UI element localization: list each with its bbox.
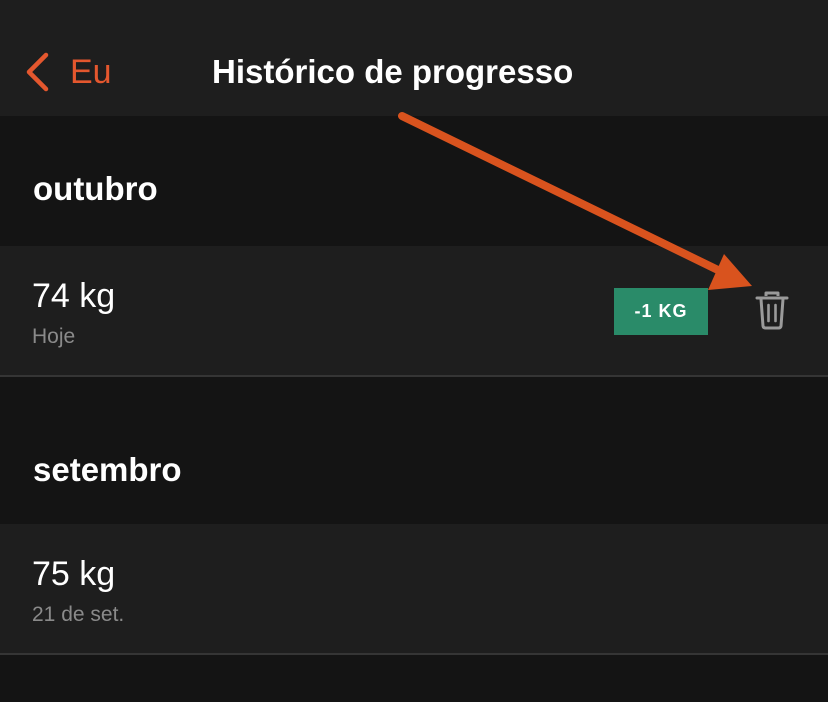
section-header-october: outubro [0,116,828,246]
entry-date: 21 de set. [32,603,125,626]
entry-date: Hoje [32,325,76,348]
progress-entry-row[interactable]: 75 kg 21 de set. [0,524,828,655]
chevron-left-icon [24,52,50,92]
navigation-bar: Eu Histórico de progresso [0,0,828,116]
progress-entry-row[interactable]: 74 kg Hoje -1 KG [0,246,828,377]
delete-entry-button[interactable] [748,288,796,336]
page-title: Histórico de progresso [212,53,574,90]
entry-weight: 75 kg [32,555,116,593]
back-label: Eu [70,53,112,91]
weight-change-badge: -1 KG [614,288,708,335]
trash-icon [754,290,790,335]
section-header-september: setembro [0,377,828,507]
entry-weight: 74 kg [32,277,116,315]
section-title: setembro [33,451,182,488]
back-button[interactable]: Eu [24,48,112,96]
section-title: outubro [33,170,158,207]
